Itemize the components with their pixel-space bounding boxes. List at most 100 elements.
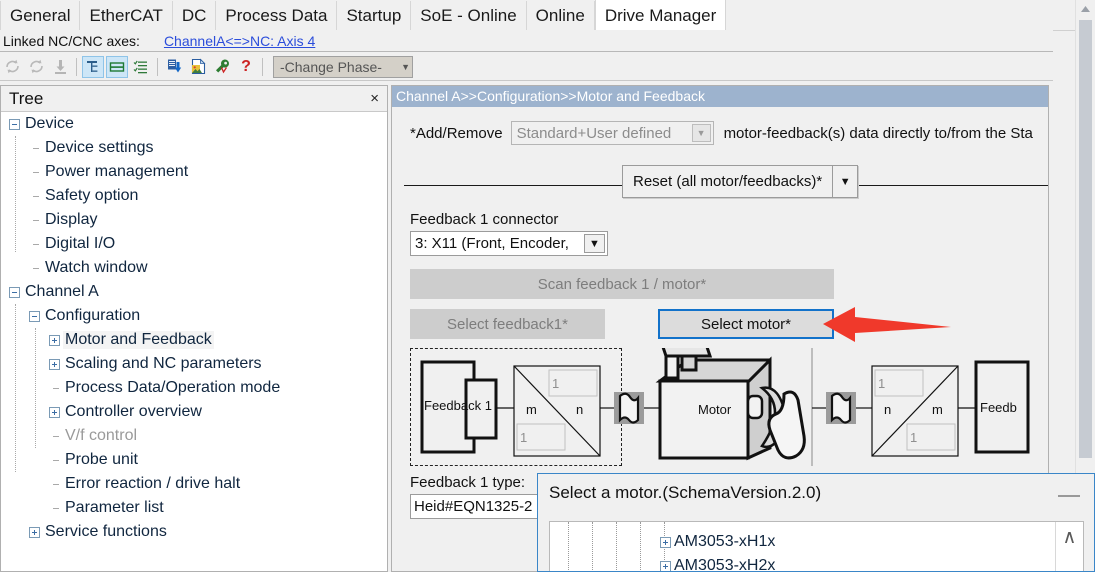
scrollbar-thumb[interactable] <box>1079 20 1092 458</box>
expand-plus-icon[interactable] <box>49 358 60 370</box>
list-view-icon[interactable] <box>130 56 152 78</box>
tree-leaf-connector-icon <box>49 383 60 394</box>
toolbar: ? -Change Phase- ▼ <box>0 53 1053 81</box>
tree-view-icon[interactable] <box>82 55 104 78</box>
tab-process-data[interactable]: Process Data <box>216 1 338 30</box>
add-remove-combo[interactable]: Standard+User defined ▼ <box>510 121 714 145</box>
export-icon[interactable] <box>187 56 209 78</box>
select-feedback1-button[interactable]: Select feedback1* <box>410 309 605 339</box>
svg-text:n: n <box>576 402 583 417</box>
tree-item-label: Motor and Feedback <box>63 331 214 349</box>
motor-feedback-schematic: Feedback 1 1 1 m n Motor 1 1 n m Feedb <box>410 348 1032 466</box>
expand-plus-icon[interactable] <box>49 406 60 418</box>
tree-item-label: Process Data/Operation mode <box>65 379 281 396</box>
change-phase-value: -Change Phase- <box>280 58 382 75</box>
expand-plus-icon[interactable] <box>660 560 671 571</box>
feedback1-connector-combo[interactable]: 3: X11 (Front, Encoder, ▼ <box>410 231 608 256</box>
download-disabled-icon[interactable] <box>49 56 71 78</box>
tree-item-safety-option[interactable]: Safety option <box>1 184 387 208</box>
tab-online[interactable]: Online <box>526 1 595 30</box>
svg-text:Motor: Motor <box>698 402 732 417</box>
tree-item-v-f-control[interactable]: V/f control <box>1 424 387 448</box>
help-icon[interactable]: ? <box>235 56 257 78</box>
chevron-down-icon: ▼ <box>691 124 711 142</box>
linked-axes-link[interactable]: ChannelA<=>NC: Axis 4 <box>164 33 315 49</box>
tree-item-controller-overview[interactable]: Controller overview <box>1 400 387 424</box>
tree-leaf-connector-icon <box>49 479 60 490</box>
motor-list-item[interactable]: AM3053-xH1x <box>660 530 775 554</box>
svg-text:n: n <box>884 402 891 417</box>
tree-leaf-connector-icon <box>29 167 40 178</box>
red-arrow-annotation <box>823 303 953 354</box>
tab-soe-online[interactable]: SoE - Online <box>411 1 527 30</box>
collapse-minus-icon[interactable] <box>29 310 40 322</box>
feedback1-type-field[interactable]: Heid#EQN1325-2 <box>410 494 550 519</box>
change-phase-combo[interactable]: -Change Phase- ▼ <box>273 55 413 78</box>
tree-leaf-connector-icon <box>49 455 60 466</box>
tree-item-configuration[interactable]: Configuration <box>1 304 387 328</box>
tree-panel-header: Tree × <box>1 86 387 112</box>
close-icon[interactable]: × <box>370 91 379 106</box>
tree-item-device[interactable]: Device <box>1 112 387 136</box>
tree-item-label: Digital I/O <box>45 235 116 252</box>
tab-strip-filler <box>726 1 1076 30</box>
select-motor-dialog: Select a motor.(SchemaVersion.2.0) AM305… <box>537 473 1095 572</box>
tree-item-power-management[interactable]: Power management <box>1 160 387 184</box>
tree-item-scaling-and-nc-parameters[interactable]: Scaling and NC parameters <box>1 352 387 376</box>
select-motor-button[interactable]: Select motor* <box>658 309 834 339</box>
tree-item-probe-unit[interactable]: Probe unit <box>1 448 387 472</box>
tree-item-motor-and-feedback[interactable]: Motor and Feedback <box>1 328 387 352</box>
tree-item-parameter-list[interactable]: Parameter list <box>1 496 387 520</box>
tree-item-error-reaction-drive-halt[interactable]: Error reaction / drive halt <box>1 472 387 496</box>
tree-item-label: Watch window <box>45 259 148 276</box>
tree-leaf-connector-icon <box>29 263 40 274</box>
scroll-up-icon[interactable]: ∧ <box>1063 528 1077 547</box>
tree-item-label: Channel A <box>25 283 99 300</box>
collapse-minus-icon[interactable] <box>9 286 20 298</box>
wrench-icon[interactable] <box>211 56 233 78</box>
tree-item-display[interactable]: Display <box>1 208 387 232</box>
chevron-down-icon: ▼ <box>401 61 410 72</box>
tree-item-label: Controller overview <box>65 403 202 420</box>
scroll-up-icon[interactable] <box>1076 0 1095 17</box>
split-view-icon[interactable] <box>106 55 128 78</box>
tree-item-label: V/f control <box>65 427 138 444</box>
chevron-down-icon[interactable]: ▼ <box>584 234 605 253</box>
save-to-device-icon[interactable] <box>163 56 185 78</box>
list-column-guides <box>550 522 668 571</box>
tree-item-watch-window[interactable]: Watch window <box>1 256 387 280</box>
scan-feedback-motor-button[interactable]: Scan feedback 1 / motor* <box>410 269 834 299</box>
tree-item-process-data-operation-mode[interactable]: Process Data/Operation mode <box>1 376 387 400</box>
tree-item-device-settings[interactable]: Device settings <box>1 136 387 160</box>
expand-plus-icon[interactable] <box>29 526 40 538</box>
dialog-title-bar: Select a motor.(SchemaVersion.2.0) <box>538 474 1094 511</box>
toolbar-separator-2 <box>157 57 158 76</box>
reset-divider-row: Reset (all motor/feedbacks)* ▼ <box>392 165 1048 205</box>
tree-item-channel-a[interactable]: Channel A <box>1 280 387 304</box>
reload-disabled-icon[interactable] <box>25 56 47 78</box>
tab-general[interactable]: General <box>0 1 81 30</box>
tab-startup[interactable]: Startup <box>337 1 412 30</box>
tab-ethercat[interactable]: EtherCAT <box>80 1 173 30</box>
motor-list-scrollbar[interactable]: ∧ <box>1055 522 1083 571</box>
tree-item-digital-i-o[interactable]: Digital I/O <box>1 232 387 256</box>
tree-item-label: Configuration <box>45 307 141 324</box>
reset-all-motor-feedbacks-button[interactable]: Reset (all motor/feedbacks)* ▼ <box>622 165 859 198</box>
tab-dc[interactable]: DC <box>172 1 217 30</box>
tab-drive-manager[interactable]: Drive Manager <box>594 0 727 30</box>
expand-plus-icon[interactable] <box>660 536 671 548</box>
expand-plus-icon[interactable] <box>49 334 60 346</box>
add-remove-row: *Add/Remove Standard+User defined ▼ moto… <box>410 121 1048 145</box>
chevron-down-icon[interactable]: ▼ <box>832 166 857 197</box>
tree-item-service-functions[interactable]: Service functions <box>1 520 387 544</box>
svg-text:1: 1 <box>878 376 885 391</box>
refresh-disabled-icon[interactable] <box>1 56 23 78</box>
tree-guide-line <box>35 328 36 448</box>
tree-item-label: Service functions <box>45 523 167 540</box>
toolbar-separator-3 <box>262 57 263 76</box>
collapse-minus-icon[interactable] <box>9 118 20 130</box>
reset-button-label: Reset (all motor/feedbacks)* <box>633 173 823 190</box>
tree-guide-line <box>15 136 16 252</box>
minimize-icon[interactable] <box>1058 494 1080 497</box>
motor-list-item[interactable]: AM3053-xH2x <box>660 554 775 571</box>
